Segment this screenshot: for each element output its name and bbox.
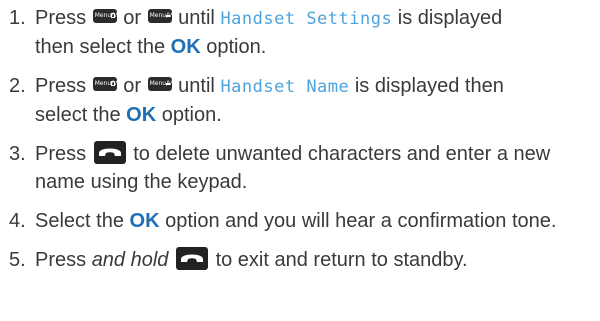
and-hold-text: and hold [91,249,169,271]
select-text: then select the [35,36,166,58]
step-text: Press Menu/Vol or Menu/Vol until Handset… [35,72,595,129]
step-text: Press and hold to exit and return to sta… [35,246,595,274]
until-word: until [178,7,215,29]
option-text: option. [161,104,222,126]
or-word: or [123,75,142,97]
press-word: Press [35,249,87,271]
menu-vol-up-key-icon: Menu/Vol [92,77,122,91]
or-word: or [123,7,142,29]
press-word: Press [35,7,87,29]
press-word: Press [35,75,87,97]
menu-vol-down-key-icon: Menu/Vol [147,77,177,91]
ok-option: OK [170,36,201,58]
display-text-handset-name: Handset Name [220,77,350,97]
step-number: 4. [9,210,26,232]
step-description: option and you will hear a confirmation … [165,210,557,232]
step-3: 3. Press to delete unwanted characters a… [9,140,595,196]
step-number: 5. [9,249,26,271]
instruction-steps: 1. Press Menu/Vol or Menu/Vol until Hand… [9,4,595,285]
select-text: Select the [35,210,124,232]
step-text: Select the OK option and you will hear a… [35,207,595,235]
step-description: to exit and return to standby. [215,249,468,271]
is-displayed-text: is displayed [397,7,503,29]
ok-option: OK [129,210,160,232]
key-label: Menu/Vol [149,80,178,87]
key-label: Menu/Vol [149,12,178,19]
step-2: 2. Press Menu/Vol or Menu/Vol until Hand… [9,72,595,129]
is-displayed-text: is displayed then [354,75,504,97]
step-number: 2. [9,75,26,97]
display-text-handset-settings: Handset Settings [220,9,393,29]
step-4: 4. Select the OK option and you will hea… [9,207,595,235]
step-number: 3. [9,143,26,165]
until-word: until [178,75,215,97]
step-text: Press to delete unwanted characters and … [35,140,595,196]
press-word: Press [35,143,87,165]
option-text: option. [206,36,267,58]
step-1: 1. Press Menu/Vol or Menu/Vol until Hand… [9,4,595,61]
menu-vol-down-key-icon: Menu/Vol [147,9,177,23]
ok-option: OK [126,104,157,126]
step-number: 1. [9,7,26,29]
menu-vol-up-key-icon: Menu/Vol [92,9,122,23]
end-call-key-icon [93,141,126,164]
key-label: Menu/Vol [94,80,123,87]
handset-glyph-icon [98,148,121,156]
key-label: Menu/Vol [94,12,123,19]
select-text: select the [35,104,121,126]
step-text: Press Menu/Vol or Menu/Vol until Handset… [35,4,595,61]
end-call-key-icon [176,247,208,270]
handset-glyph-icon [181,254,203,262]
step-5: 5. Press and hold to exit and return to … [9,246,595,274]
